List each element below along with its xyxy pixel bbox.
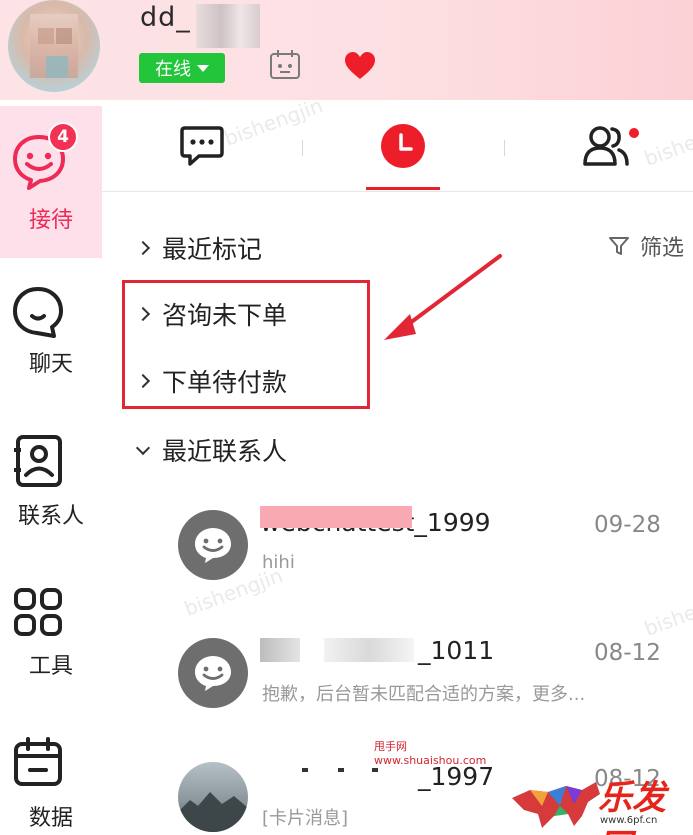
contact-card-icon [12,434,64,492]
contact-name: _1011 [418,636,495,665]
contact-row[interactable]: _1011 抱歉，后台暂未匹配合适的方案，更多... 08-12 [102,628,693,748]
name-mask [324,638,414,662]
name-mask [338,768,344,772]
contact-avatar [178,510,248,580]
group-recent-contacts[interactable]: 最近联系人 [135,432,288,468]
annotation-highlight-box [122,280,370,409]
contact-time: 08-12 [594,640,661,666]
heart-icon[interactable] [344,52,376,84]
sidebar-item-contacts[interactable]: 联系人 [0,420,102,540]
sidebar-item-label: 接待 [28,208,73,233]
name-mask [372,768,378,772]
landscape-photo-icon [178,792,248,832]
filter-label: 筛选 [640,236,685,261]
group-label: 最近联系人 [162,437,288,466]
message-dots-icon [180,126,224,166]
bull-logo-icon [512,782,600,828]
tab-recent[interactable] [343,100,463,192]
sidebar-item-data[interactable]: 数据 [0,720,102,835]
tab-messages[interactable] [142,100,262,192]
top-header: dd_ 在线 [0,0,693,100]
group-recent-marked[interactable]: 最近标记 [135,230,263,266]
annotation-arrow [384,254,502,340]
sidebar-item-tools[interactable]: 工具 [0,570,102,690]
contact-avatar [178,638,248,708]
site-watermark-url: www.shuaishou.com [374,754,487,767]
group-label: 最近标记 [162,235,263,264]
name-mask [302,768,308,772]
filter-funnel-icon [609,237,629,255]
unread-badge: 4 [48,122,78,152]
active-tab-indicator [366,187,440,190]
clock-icon [381,124,425,168]
sidebar-item-label: 聊天 [28,352,73,377]
smile-chat-icon [195,528,231,563]
contact-last-message: [卡片消息] [262,808,349,829]
smile-chat-icon [195,656,231,691]
left-sidebar: 4 接待 聊天 联系人 工具 数据 [0,100,102,835]
site-brand-url: www.6pf.cn [600,815,658,826]
contact-last-message: 抱歉，后台暂未匹配合适的方案，更多... [262,684,586,705]
users-icon [583,126,629,166]
username: dd_ [140,2,191,33]
sidebar-item-label: 联系人 [17,504,84,529]
name-mask [260,506,412,528]
main-panel: 筛选 最近标记 咨询未下单 下单待付款 最近联系人 webchattest_ [102,93,693,835]
grid-apps-icon [12,586,64,642]
filter-button[interactable]: 筛选 [608,230,684,262]
sidebar-item-label: 工具 [28,654,73,679]
tab-bar [102,100,693,192]
contact-time: 09-28 [594,512,661,538]
contact-row[interactable]: webchattest_1999 hihi 09-28 [102,500,693,620]
sidebar-item-label: 数据 [28,806,73,831]
name-mask [260,638,300,662]
site-watermark-name: 甩手网 [374,740,407,753]
chevron-right-icon [135,240,151,256]
contact-avatar-photo [178,762,248,832]
tab-groups[interactable] [546,100,666,192]
caret-down-icon [197,64,209,72]
contact-last-message: hihi [262,552,295,573]
chat-bubble-icon [12,286,64,342]
chevron-down-icon [135,440,151,455]
user-avatar[interactable] [8,0,100,92]
tab-separator [504,140,505,156]
sidebar-item-reception[interactable]: 4 接待 [0,106,102,258]
calendar-data-icon [12,736,64,792]
robot-calendar-icon[interactable] [268,48,302,86]
online-status-dropdown[interactable]: 在线 [139,53,225,83]
sidebar-item-chat[interactable]: 聊天 [0,270,102,390]
status-label: 在线 [155,59,191,80]
username-mask [196,4,260,48]
notification-dot [629,128,639,138]
tab-separator [302,140,303,156]
